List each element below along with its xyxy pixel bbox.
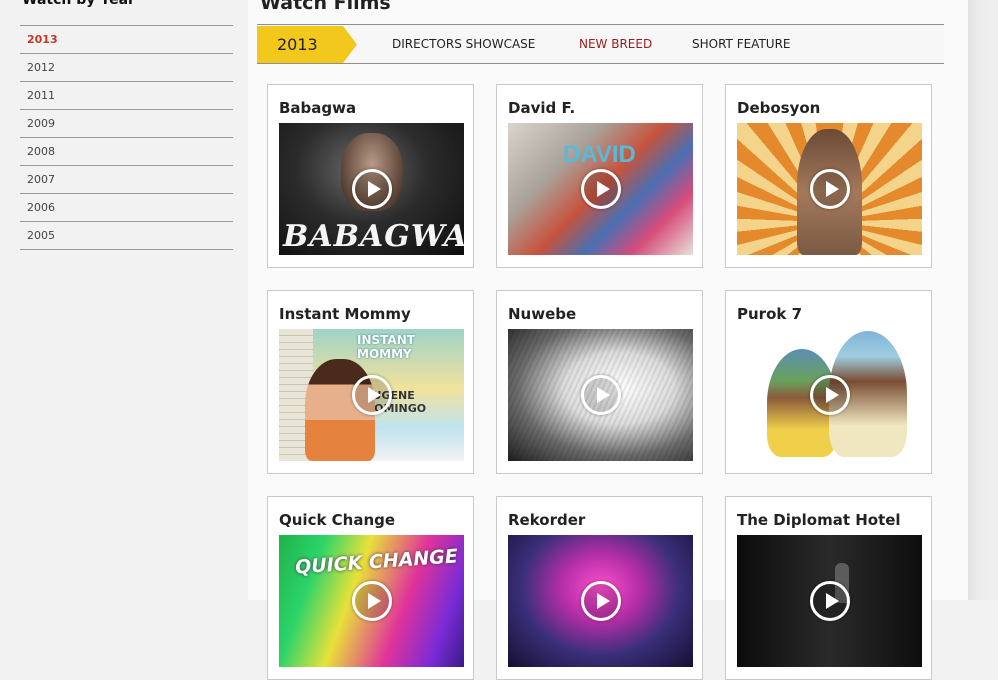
film-title[interactable]: Quick Change	[279, 511, 395, 529]
film-thumbnail[interactable]: DAVID	[508, 123, 693, 255]
film-card-babagwa[interactable]: Babagwa BABAGWA	[267, 84, 474, 268]
film-card-purok-7[interactable]: Purok 7	[725, 290, 932, 474]
page-right-shadow	[968, 0, 998, 600]
film-card-nuwebe[interactable]: Nuwebe	[496, 290, 703, 474]
film-thumbnail[interactable]	[737, 535, 922, 667]
tab-directors-showcase[interactable]: DIRECTORS SHOWCASE	[392, 37, 535, 51]
play-circle-icon[interactable]	[580, 581, 621, 621]
sidebar-title: Watch by Year	[22, 0, 135, 8]
film-card-quick-change[interactable]: Quick Change QUICK CHANGE	[267, 496, 474, 680]
film-card-the-diplomat-hotel[interactable]: The Diplomat Hotel	[725, 496, 932, 680]
film-title[interactable]: David F.	[508, 99, 575, 117]
play-circle-icon[interactable]	[809, 375, 850, 415]
page-title: Watch Films	[260, 0, 391, 14]
film-thumbnail[interactable]: BABAGWA	[279, 123, 464, 255]
poster-text: BABAGWA	[283, 219, 464, 254]
film-title[interactable]: Instant Mommy	[279, 305, 411, 323]
film-card-instant-mommy[interactable]: Instant Mommy INSTANT MOMMY EUGENE DOMIN…	[267, 290, 474, 474]
category-tabbar: 2013 DIRECTORS SHOWCASE NEW BREED SHORT …	[257, 24, 944, 64]
film-card-david-f[interactable]: David F. DAVID	[496, 84, 703, 268]
film-title[interactable]: Babagwa	[279, 99, 356, 117]
year-item-2007[interactable]: 2007	[20, 166, 233, 194]
play-circle-icon[interactable]	[580, 375, 621, 415]
film-thumbnail[interactable]	[737, 123, 922, 255]
main-content: Watch Films 2013 DIRECTORS SHOWCASE NEW …	[248, 0, 968, 680]
year-item-2013[interactable]: 2013	[20, 26, 233, 54]
film-title[interactable]: Debosyon	[737, 99, 820, 117]
film-card-rekorder[interactable]: Rekorder	[496, 496, 703, 680]
poster-text: DAVID	[563, 141, 636, 168]
year-list: 2013 2012 2011 2009 2008 2007 2006 2005	[20, 25, 233, 250]
year-badge: 2013	[257, 26, 357, 63]
poster-text: INSTANT MOMMY	[357, 333, 415, 361]
film-title[interactable]: Nuwebe	[508, 305, 576, 323]
sidebar: Watch by Year 2013 2012 2011 2009 2008 2…	[0, 0, 248, 600]
year-item-2012[interactable]: 2012	[20, 54, 233, 82]
poster-text: QUICK CHANGE	[294, 545, 459, 579]
play-circle-icon[interactable]	[351, 375, 392, 415]
tab-short-feature[interactable]: SHORT FEATURE	[692, 37, 791, 51]
tab-new-breed[interactable]: NEW BREED	[579, 37, 652, 51]
film-title[interactable]: Purok 7	[737, 305, 802, 323]
play-circle-icon[interactable]	[580, 169, 621, 209]
year-item-2005[interactable]: 2005	[20, 222, 233, 250]
film-thumbnail[interactable]	[737, 329, 922, 461]
film-thumbnail[interactable]	[508, 535, 693, 667]
film-title[interactable]: Rekorder	[508, 511, 585, 529]
year-item-2008[interactable]: 2008	[20, 138, 233, 166]
film-thumbnail[interactable]: INSTANT MOMMY EUGENE DOMINGO	[279, 329, 464, 461]
play-circle-icon[interactable]	[809, 169, 850, 209]
film-title[interactable]: The Diplomat Hotel	[737, 511, 901, 529]
year-item-2011[interactable]: 2011	[20, 82, 233, 110]
film-thumbnail[interactable]	[508, 329, 693, 461]
play-circle-icon[interactable]	[809, 581, 850, 621]
film-card-debosyon[interactable]: Debosyon	[725, 84, 932, 268]
play-circle-icon[interactable]	[351, 169, 392, 209]
year-item-2006[interactable]: 2006	[20, 194, 233, 222]
film-thumbnail[interactable]: QUICK CHANGE	[279, 535, 464, 667]
year-badge-label: 2013	[277, 35, 318, 54]
play-circle-icon[interactable]	[351, 581, 392, 621]
year-item-2009[interactable]: 2009	[20, 110, 233, 138]
